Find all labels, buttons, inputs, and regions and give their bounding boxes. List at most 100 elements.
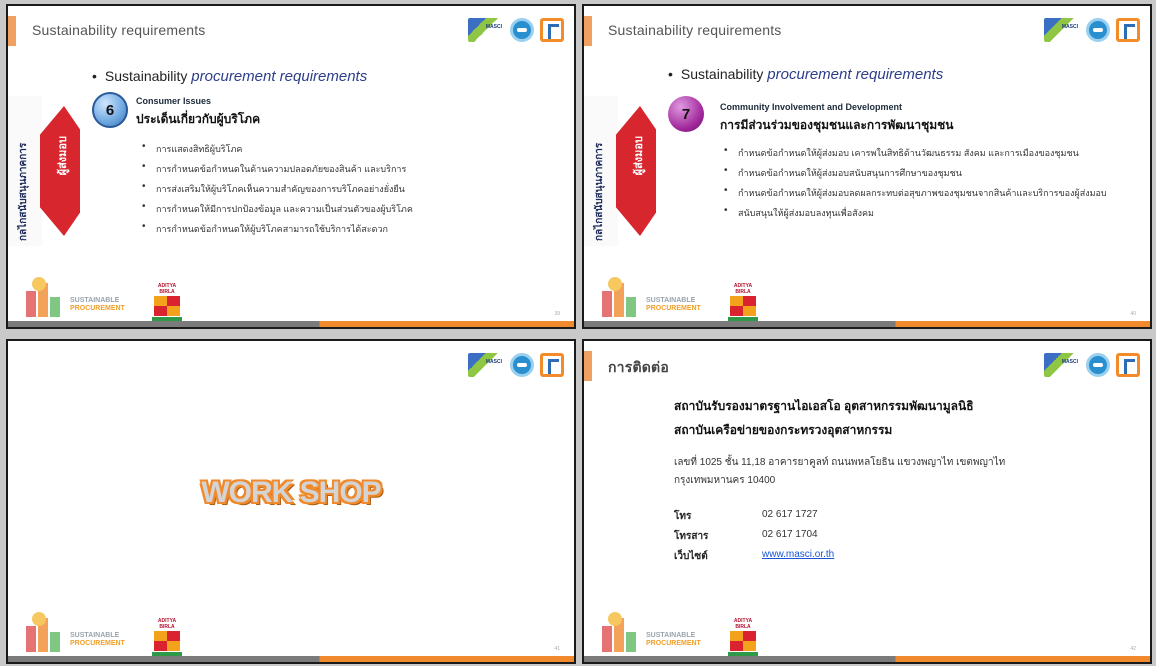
- red-arrow-label: ผู้ส่งมอบ: [57, 136, 69, 176]
- side-tab-label: กลไกสนับสนุนภาคการ: [594, 142, 605, 241]
- org-name: สถาบันรับรองมาตรฐานไอเอสโอ อุตสาหกรรมพัฒ…: [674, 399, 974, 413]
- aditya-birla-logo: ADITYA BIRLA: [726, 283, 760, 322]
- bullet-italic: procurement requirements: [767, 66, 944, 83]
- item-list: กำหนดข้อกำหนดให้ผู้ส่งมอบ เคารพในสิทธิด้…: [724, 145, 1107, 226]
- header-accent-bar: [584, 351, 592, 381]
- ab-emblem-icon: [730, 296, 756, 316]
- masci-logo-text: MASCI: [485, 24, 502, 30]
- list-item: การส่งเสริมให้ผู้บริโภคเห็นความสำคัญของก…: [142, 181, 413, 196]
- topic-thai: ประเด็นเกี่ยวกับผู้บริโภค: [136, 112, 261, 126]
- footer-illustration: [598, 277, 638, 317]
- masci-logo-text: MASCI: [1061, 359, 1078, 365]
- fax-label: โทรสาร: [674, 531, 709, 542]
- masci-logo: MASCI: [468, 18, 504, 42]
- bullet-prefix: Sustainability: [680, 66, 764, 82]
- ip-logo-icon: [1116, 353, 1140, 377]
- page-number: 39: [554, 311, 560, 317]
- aditya-birla-logo: ADITYA BIRLA: [726, 618, 760, 657]
- masci-logo: MASCI: [468, 353, 504, 377]
- sustainable-procurement-logo: SUSTAINABLE PROCUREMENT: [70, 632, 125, 648]
- page-number: 42: [1130, 646, 1136, 652]
- sp-line2: PROCUREMENT: [646, 305, 701, 312]
- side-tab-label: กลไกสนับสนุนภาคการ: [18, 142, 29, 241]
- org-network: สถาบันเครือข่ายของกระทรวงอุตสาหกรรม: [674, 423, 893, 437]
- sp-line1: SUSTAINABLE: [70, 297, 120, 304]
- page-number: 40: [1130, 311, 1136, 317]
- sp-line1: SUSTAINABLE: [70, 632, 120, 639]
- slide-thumbnail-2[interactable]: Sustainability requirements MASCI กลไกสน…: [582, 4, 1152, 329]
- footer-line: [8, 321, 574, 327]
- ip-logo-icon: [540, 18, 564, 42]
- sp-line2: PROCUREMENT: [70, 305, 125, 312]
- seal-logo-icon: [1086, 353, 1110, 377]
- web-label: เว็บไซต์: [674, 551, 708, 562]
- sp-line2: PROCUREMENT: [646, 640, 701, 647]
- number-badge: 6: [92, 92, 128, 128]
- footer-line: [8, 656, 574, 662]
- masci-logo-text: MASCI: [485, 359, 502, 365]
- address-city: กรุงเทพมหานคร 10400: [674, 475, 776, 486]
- fax-value: 02 617 1704: [762, 529, 818, 540]
- masci-logo-text: MASCI: [1061, 24, 1078, 30]
- sp-line1: SUSTAINABLE: [646, 297, 696, 304]
- list-item: การแสดงสิทธิผู้บริโภค: [142, 141, 413, 156]
- contact-web: เว็บไซต์ www.masci.or.th: [674, 549, 834, 564]
- list-item: กำหนดข้อกำหนดให้ผู้ส่งมอบสนับสนุนการศึกษ…: [724, 165, 1107, 180]
- footer-line: [584, 321, 1150, 327]
- header-accent-bar: [584, 16, 592, 46]
- topic-english: Consumer Issues: [136, 96, 212, 106]
- sp-line2: PROCUREMENT: [70, 640, 125, 647]
- topic-thai: การมีส่วนร่วมของชุมชนและการพัฒนาชุมชน: [720, 118, 954, 132]
- website-link[interactable]: www.masci.or.th: [762, 549, 834, 564]
- ab-brand: ADITYA BIRLA: [157, 618, 177, 630]
- logo-group: MASCI: [1044, 349, 1140, 381]
- address-line: เลขที่ 1025 ชั้น 11,18 อาคารยาคูลท์ ถนนพ…: [674, 457, 1006, 468]
- ab-emblem-icon: [154, 296, 180, 316]
- aditya-birla-logo: ADITYA BIRLA: [150, 618, 184, 657]
- page-number: 41: [554, 646, 560, 652]
- list-item: การกำหนดให้มีการปกป้องข้อมูล และความเป็น…: [142, 201, 413, 216]
- ip-logo-icon: [1116, 18, 1140, 42]
- list-item: สนับสนุนให้ผู้ส่งมอบลงทุนเพื่อสังคม: [724, 205, 1107, 220]
- ab-brand: ADITYA BIRLA: [157, 283, 177, 295]
- main-bullet: • Sustainability procurement requirements: [92, 68, 368, 85]
- list-item: การกำหนดข้อกำหนดในด้านความปลอดภัยของสินค…: [142, 161, 413, 176]
- logo-group: MASCI: [1044, 14, 1140, 46]
- masci-logo: MASCI: [1044, 353, 1080, 377]
- header-accent-bar: [8, 16, 16, 46]
- item-list: การแสดงสิทธิผู้บริโภค การกำหนดข้อกำหนดใน…: [142, 141, 413, 242]
- slide-title: การติดต่อ: [608, 359, 669, 375]
- seal-logo-icon: [1086, 18, 1110, 42]
- footer-illustration: [22, 277, 62, 317]
- sp-line1: SUSTAINABLE: [646, 632, 696, 639]
- ab-emblem-icon: [730, 631, 756, 651]
- red-arrow-label: ผู้ส่งมอบ: [633, 136, 645, 176]
- footer-illustration: [22, 612, 62, 652]
- ab-emblem-icon: [154, 631, 180, 651]
- sustainable-procurement-logo: SUSTAINABLE PROCUREMENT: [70, 297, 125, 313]
- slide-thumbnail-4[interactable]: การติดต่อ MASCI สถาบันรับรองมาตรฐานไอเอส…: [582, 339, 1152, 664]
- bullet-prefix: Sustainability: [104, 68, 188, 84]
- seal-logo-icon: [510, 18, 534, 42]
- number-badge: 7: [668, 96, 704, 132]
- sustainable-procurement-logo: SUSTAINABLE PROCUREMENT: [646, 632, 701, 648]
- workshop-title: WORK SHOP: [201, 476, 381, 509]
- topic-english: Community Involvement and Development: [720, 102, 903, 112]
- slide-title: Sustainability requirements: [608, 22, 782, 38]
- slide-title: Sustainability requirements: [32, 22, 206, 38]
- masci-logo: MASCI: [1044, 18, 1080, 42]
- tel-value: 02 617 1727: [762, 509, 818, 520]
- aditya-birla-logo: ADITYA BIRLA: [150, 283, 184, 322]
- slide-thumbnail-3[interactable]: MASCI WORK SHOP SUSTAINABLE PROCUREMENT …: [6, 339, 576, 664]
- list-item: การกำหนดข้อกำหนดให้ผู้บริโภคสามารถใช้บริ…: [142, 221, 413, 236]
- footer-line: [584, 656, 1150, 662]
- slide-thumbnail-1[interactable]: Sustainability requirements MASCI กลไกสน…: [6, 4, 576, 329]
- list-item: กำหนดข้อกำหนดให้ผู้ส่งมอบ เคารพในสิทธิด้…: [724, 145, 1107, 160]
- bullet-italic: procurement requirements: [191, 68, 368, 85]
- contact-tel: โทร 02 617 1727: [674, 509, 818, 524]
- ab-brand: ADITYA BIRLA: [733, 618, 753, 630]
- ab-brand: ADITYA BIRLA: [733, 283, 753, 295]
- footer-illustration: [598, 612, 638, 652]
- logo-group: MASCI: [468, 349, 564, 381]
- tel-label: โทร: [674, 511, 692, 522]
